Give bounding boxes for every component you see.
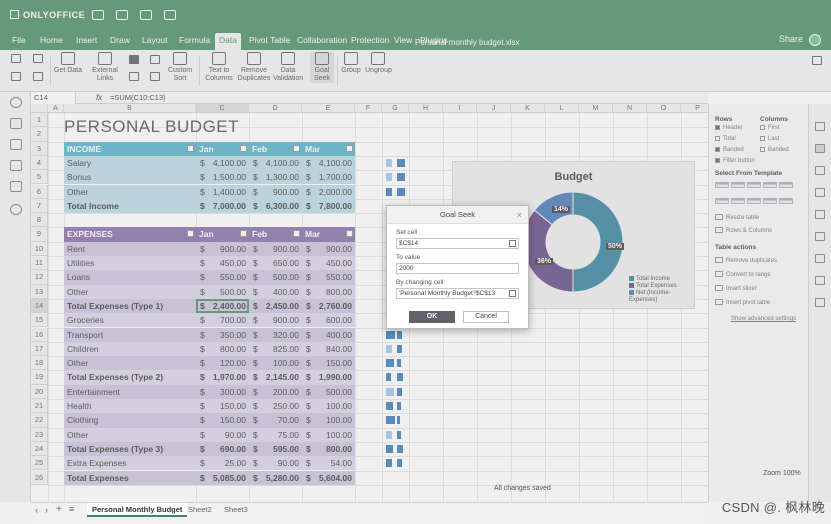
changing-cell-label: By changing cell — [396, 279, 444, 286]
goal-seek-dialog: Goal Seek × Set cell $C$14 To value 2000… — [386, 205, 529, 329]
sheet-tab-sheet3[interactable]: Sheet3 — [219, 503, 253, 517]
sheet-tabs-bar: ‹ › + ≡ Personal Monthly Budget Sheet2 S… — [31, 502, 708, 524]
status-bar: All changes saved Zoom 100% — [0, 470, 831, 496]
set-cell-input[interactable]: $C$14 — [396, 238, 519, 249]
watermark: CSDN @. 枫林晚 — [721, 500, 825, 515]
changing-cell-value: 'Personal Monthly Budget'!$C$13 — [399, 290, 496, 297]
add-sheet-icon[interactable]: + — [56, 504, 62, 515]
prev-sheet-icon[interactable]: ‹ — [35, 505, 38, 515]
to-value-label: To value — [396, 254, 421, 261]
save-status: All changes saved — [494, 485, 551, 492]
cancel-button[interactable]: Cancel — [463, 311, 509, 323]
changing-cell-input[interactable]: 'Personal Monthly Budget'!$C$13 — [396, 288, 519, 299]
set-cell-label: Set cell — [396, 229, 418, 236]
select-range-icon[interactable] — [509, 240, 516, 247]
select-range-icon[interactable] — [509, 290, 516, 297]
set-cell-value: $C$14 — [399, 240, 419, 247]
next-sheet-icon[interactable]: › — [45, 505, 48, 515]
sheet-list-icon[interactable]: ≡ — [69, 504, 74, 514]
dialog-title: Goal Seek — [387, 206, 528, 224]
ok-button[interactable]: OK — [409, 311, 455, 323]
zoom-level[interactable]: Zoom 100% — [763, 470, 801, 477]
sheet-tab-personal-monthly-budget[interactable]: Personal Monthly Budget — [87, 503, 188, 517]
to-value-input[interactable]: 2000 — [396, 263, 519, 274]
sheet-tab-sheet2[interactable]: Sheet2 — [183, 503, 217, 517]
close-icon[interactable]: × — [517, 210, 522, 220]
